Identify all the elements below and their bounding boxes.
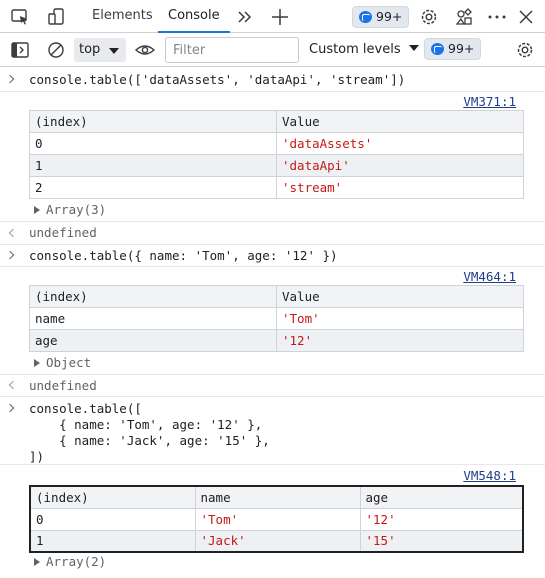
log-levels-dropdown[interactable]: Custom levels (309, 38, 419, 62)
table-row: name 'Tom' (29, 307, 524, 330)
message-bubble-icon (431, 43, 444, 55)
close-icon[interactable] (515, 6, 537, 28)
command-text: console.table([ { name: 'Tom', age: '12'… (29, 401, 270, 464)
tab-elements[interactable]: Elements (82, 0, 163, 33)
console-table-message: VM464:1 (index) Value name 'Tom' age '12… (0, 267, 545, 375)
table-header[interactable]: Value (276, 110, 524, 133)
message-bubble-icon (359, 11, 372, 23)
table-header[interactable]: age (359, 485, 524, 509)
table-cell: 1 (29, 529, 196, 553)
command-text: console.table(['dataAssets', 'dataApi', … (29, 72, 406, 87)
table-row: 0 'Tom' '12' (29, 507, 524, 531)
table-header[interactable]: (index) (29, 110, 277, 133)
table-header[interactable]: (index) (29, 485, 196, 509)
console-input-message: console.table({ name: 'Tom', age: '12' }… (0, 245, 545, 267)
command-text: console.table({ name: 'Tom', age: '12' }… (29, 248, 338, 263)
table-row: 1 'dataApi' (29, 154, 524, 177)
result-text: undefined (29, 225, 97, 240)
inspect-element-icon[interactable] (9, 6, 31, 28)
table-cell: 'Tom' (276, 307, 524, 330)
table-cell: '15' (359, 529, 524, 553)
context-selector[interactable]: top (74, 38, 126, 62)
table-cell: 'Jack' (194, 529, 361, 553)
output-prompt-chevron-icon (8, 380, 18, 390)
settings-gear-icon[interactable] (418, 6, 440, 28)
more-tabs-chevron-icon[interactable] (234, 6, 256, 28)
table-cell: 'dataApi' (276, 154, 524, 177)
issues-count: 99+ (448, 41, 475, 56)
table-row: age '12' (29, 329, 524, 352)
issues-badge-toolbar[interactable]: 99+ (424, 38, 482, 60)
device-toolbar-icon[interactable] (46, 6, 68, 28)
add-tab-plus-icon[interactable] (269, 6, 291, 28)
table-header[interactable]: Value (276, 285, 524, 308)
table-cell: 'stream' (276, 176, 524, 199)
issues-badge[interactable]: 99+ (352, 6, 410, 28)
table-header[interactable]: name (194, 485, 361, 509)
source-link[interactable]: VM371:1 (463, 94, 516, 109)
output-prompt-chevron-icon (8, 228, 18, 238)
caret-down-icon (408, 45, 419, 51)
console-table-message: VM371:1 (index) Value 0 'dataAssets' 1 '… (0, 92, 545, 222)
console-input-message: console.table([ { name: 'Tom', age: '12'… (0, 397, 545, 465)
table-cell: 1 (29, 154, 277, 177)
live-expression-eye-icon[interactable] (134, 39, 156, 61)
filter-input[interactable] (165, 37, 299, 63)
table-cell: 2 (29, 176, 277, 199)
table-row: 0 'dataAssets' (29, 132, 524, 155)
console-settings-gear-icon[interactable] (514, 39, 536, 61)
more-options-icon[interactable] (486, 6, 508, 28)
console-input-message: console.table(['dataAssets', 'dataApi', … (0, 68, 545, 92)
clear-console-icon[interactable] (45, 39, 67, 61)
console-table: (index) name age 0 'Tom' '12' 1 'Jack' '… (29, 485, 524, 553)
input-prompt-chevron-icon (5, 250, 15, 260)
input-prompt-chevron-icon (5, 74, 15, 84)
table-cell: '12' (276, 329, 524, 352)
table-cell: name (29, 307, 277, 330)
console-result-message: undefined (0, 375, 545, 397)
source-link[interactable]: VM548:1 (463, 468, 516, 483)
table-cell: 0 (29, 507, 196, 531)
expand-triangle-icon (34, 206, 40, 214)
expand-triangle-icon (34, 359, 40, 367)
table-cell: 'dataAssets' (276, 132, 524, 155)
table-cell: '12' (359, 507, 524, 531)
table-header[interactable]: (index) (29, 285, 277, 308)
input-prompt-chevron-icon (5, 403, 15, 413)
table-cell: 0 (29, 132, 277, 155)
table-cell: 'Tom' (194, 507, 361, 531)
console-table: (index) Value 0 'dataAssets' 1 'dataApi'… (29, 110, 524, 199)
expand-triangle-icon (34, 558, 40, 566)
console-result-message: undefined (0, 222, 545, 245)
customize-icon[interactable] (453, 6, 475, 28)
result-text: undefined (29, 378, 97, 393)
array-expander[interactable]: Array(3) (34, 202, 106, 217)
object-expander[interactable]: Object (34, 355, 91, 370)
context-value: top (79, 42, 101, 57)
table-cell: age (29, 329, 277, 352)
sidebar-toggle-icon[interactable] (9, 39, 31, 61)
table-row: 2 'stream' (29, 176, 524, 199)
log-levels-label: Custom levels (309, 42, 401, 57)
issues-count: 99+ (376, 9, 403, 24)
console-table-message: VM548:1 (index) name age 0 'Tom' '12' 1 … (0, 465, 545, 578)
array-expander[interactable]: Array(2) (34, 554, 106, 569)
tab-console[interactable]: Console (158, 0, 230, 33)
console-toolbar: top Custom levels 99+ (0, 33, 545, 67)
console-table: (index) Value name 'Tom' age '12' (29, 285, 524, 352)
source-link[interactable]: VM464:1 (463, 269, 516, 284)
devtools-tab-bar: Elements Console 99+ (0, 0, 545, 33)
caret-down-icon (109, 48, 119, 54)
table-row: 1 'Jack' '15' (29, 529, 524, 553)
